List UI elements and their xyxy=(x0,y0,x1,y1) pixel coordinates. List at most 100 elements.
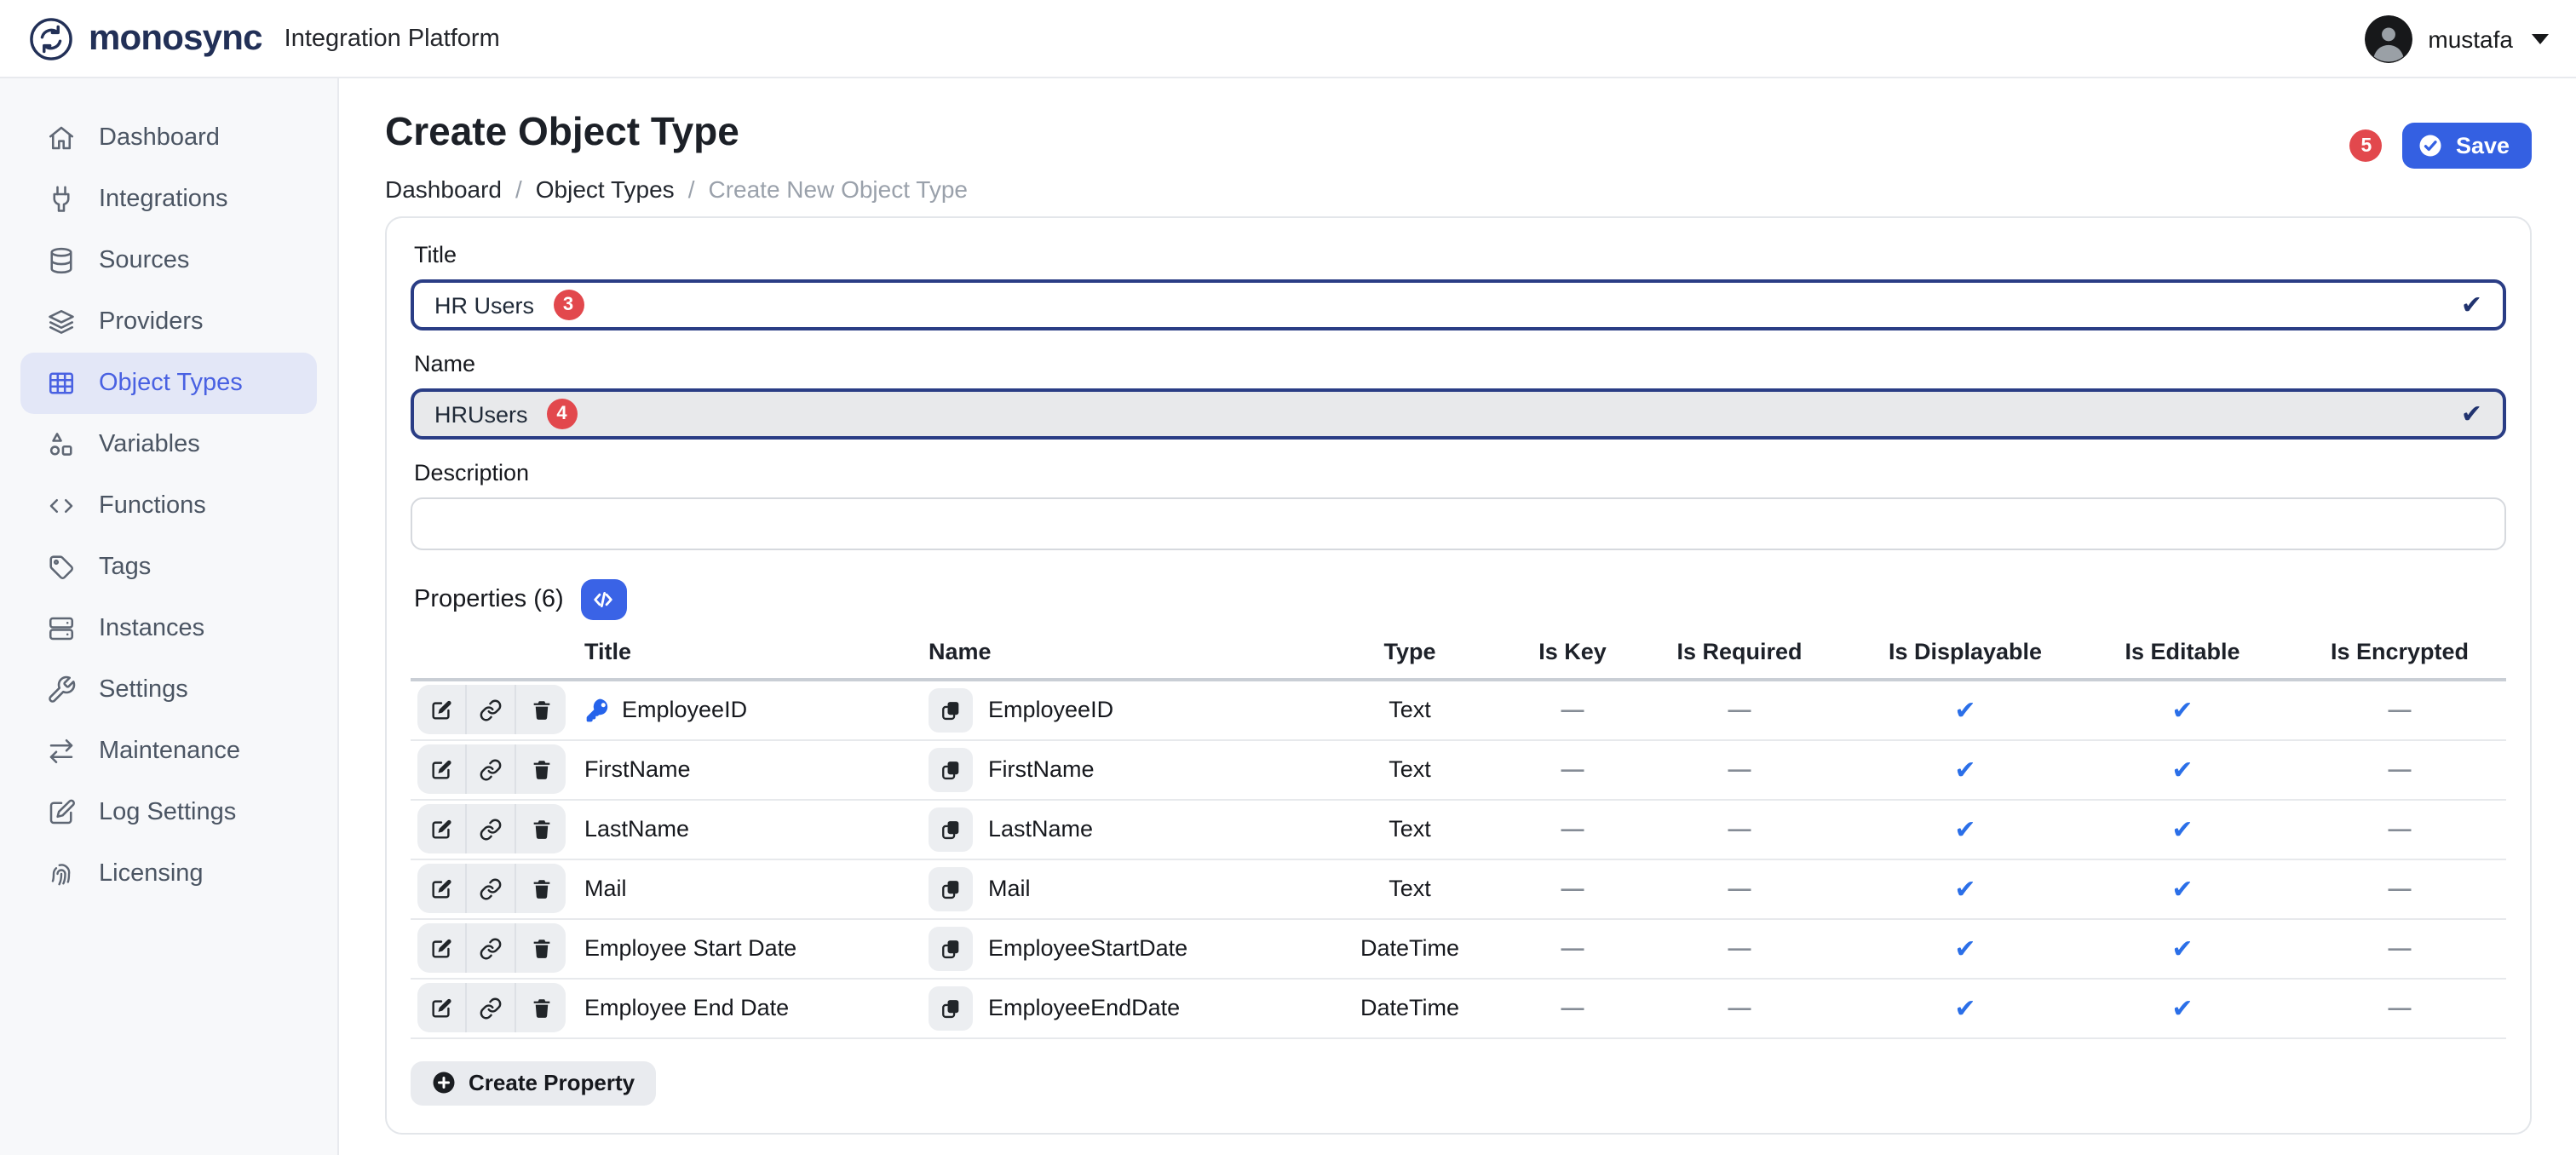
avatar xyxy=(2365,14,2412,62)
sidebar-item-functions[interactable]: Functions xyxy=(20,475,317,537)
breadcrumb-current: Create New Object Type xyxy=(708,175,968,203)
database-icon xyxy=(46,245,77,276)
property-type: DateTime xyxy=(1295,918,1525,978)
sidebar-item-licensing[interactable]: Licensing xyxy=(20,843,317,905)
sidebar-item-settings[interactable]: Settings xyxy=(20,659,317,721)
delete-property-button[interactable] xyxy=(516,923,566,973)
check-icon: ✔ xyxy=(1954,994,1975,1023)
copy-name-button[interactable] xyxy=(929,688,973,733)
column-header-is-key: Is Key xyxy=(1525,630,1620,680)
home-icon xyxy=(46,123,77,153)
check-icon: ✔ xyxy=(2171,994,2193,1023)
edit-property-button[interactable] xyxy=(417,983,467,1032)
link-property-button[interactable] xyxy=(467,983,516,1032)
property-title: Employee Start Date xyxy=(584,935,796,961)
copy-name-button[interactable] xyxy=(929,926,973,970)
sidebar-item-label: Variables xyxy=(99,431,200,458)
check-icon: ✔ xyxy=(1954,756,1975,784)
plus-circle-icon xyxy=(431,1070,457,1095)
link-property-button[interactable] xyxy=(467,686,516,735)
dash-placeholder: — xyxy=(2389,876,2412,901)
check-icon: ✔ xyxy=(2171,756,2193,784)
create-property-button[interactable]: Create Property xyxy=(411,1060,655,1105)
sidebar-item-label: Tags xyxy=(99,554,151,581)
sidebar-item-providers[interactable]: Providers xyxy=(20,291,317,353)
property-name: FirstName xyxy=(988,756,1095,782)
dash-placeholder: — xyxy=(2389,816,2412,842)
user-menu[interactable]: mustafa xyxy=(2365,14,2549,62)
edit-property-button[interactable] xyxy=(417,804,467,853)
column-header-type: Type xyxy=(1295,630,1525,680)
sidebar-item-log-settings[interactable]: Log Settings xyxy=(20,782,317,843)
column-header-is-required: Is Required xyxy=(1620,630,1859,680)
property-name: EmployeeStartDate xyxy=(988,935,1187,961)
column-header-name: Name xyxy=(903,630,1295,680)
link-property-button[interactable] xyxy=(467,923,516,973)
sidebar-item-tags[interactable]: Tags xyxy=(20,537,317,598)
check-icon: ✔ xyxy=(2171,934,2193,963)
sidebar-item-dashboard[interactable]: Dashboard xyxy=(20,107,317,169)
check-icon: ✔ xyxy=(2171,815,2193,844)
sidebar-item-label: Providers xyxy=(99,308,204,336)
copy-name-button[interactable] xyxy=(929,866,973,911)
property-row: LastNameLastNameText——✔✔— xyxy=(411,799,2506,859)
sidebar-item-variables[interactable]: Variables xyxy=(20,414,317,475)
brand-subtitle: Integration Platform xyxy=(285,25,500,52)
brand-home-link[interactable]: monosync Integration Platform xyxy=(27,14,500,62)
edit-property-button[interactable] xyxy=(417,923,467,973)
sidebar-item-maintenance[interactable]: Maintenance xyxy=(20,721,317,782)
sidebar-item-integrations[interactable]: Integrations xyxy=(20,169,317,230)
copy-name-button[interactable] xyxy=(929,747,973,791)
delete-property-button[interactable] xyxy=(516,804,566,853)
breadcrumb-object-types[interactable]: Object Types xyxy=(536,175,675,203)
delete-property-button[interactable] xyxy=(516,864,566,913)
page-title: Create Object Type xyxy=(385,109,968,155)
delete-property-button[interactable] xyxy=(516,744,566,794)
property-row: FirstNameFirstNameText——✔✔— xyxy=(411,739,2506,799)
property-name: LastName xyxy=(988,816,1093,842)
sidebar-item-label: Integrations xyxy=(99,186,228,213)
edit-property-button[interactable] xyxy=(417,744,467,794)
server-icon xyxy=(46,613,77,644)
row-actions-group xyxy=(417,983,566,1032)
sidebar-item-label: Maintenance xyxy=(99,738,240,765)
top-header: monosync Integration Platform mustafa xyxy=(0,0,2576,78)
property-title: FirstName xyxy=(584,756,691,782)
link-property-button[interactable] xyxy=(467,864,516,913)
edit-property-button[interactable] xyxy=(417,864,467,913)
sidebar-item-label: Licensing xyxy=(99,860,204,888)
monosync-logo-icon xyxy=(27,14,75,62)
delete-property-button[interactable] xyxy=(516,983,566,1032)
check-icon: ✔ xyxy=(1954,697,1975,726)
property-title: LastName xyxy=(584,816,689,842)
edit-property-button[interactable] xyxy=(417,686,467,735)
title-label: Title xyxy=(414,242,2503,267)
description-input[interactable] xyxy=(411,497,2506,550)
code-view-button[interactable] xyxy=(581,579,627,620)
fingerprint-icon xyxy=(46,859,77,889)
property-row: EmployeeIDEmployeeIDText——✔✔— xyxy=(411,680,2506,739)
sidebar-item-instances[interactable]: Instances xyxy=(20,598,317,659)
key-icon xyxy=(584,697,612,724)
step-badge-4: 4 xyxy=(547,399,578,429)
dash-placeholder: — xyxy=(1728,698,1751,723)
breadcrumb-dashboard[interactable]: Dashboard xyxy=(385,175,502,203)
name-input[interactable]: HRUsers 4 ✔ xyxy=(411,388,2506,440)
dash-placeholder: — xyxy=(1561,756,1584,782)
link-property-button[interactable] xyxy=(467,804,516,853)
link-property-button[interactable] xyxy=(467,744,516,794)
property-name: EmployeeID xyxy=(988,698,1113,723)
copy-name-button[interactable] xyxy=(929,807,973,851)
column-header-is-editable: Is Editable xyxy=(2072,630,2293,680)
properties-table: TitleNameTypeIs KeyIs RequiredIs Display… xyxy=(411,630,2506,1038)
delete-property-button[interactable] xyxy=(516,686,566,735)
name-label: Name xyxy=(414,351,2503,376)
copy-name-button[interactable] xyxy=(929,985,973,1030)
save-button[interactable]: Save xyxy=(2403,123,2532,169)
sidebar-item-sources[interactable]: Sources xyxy=(20,230,317,291)
sidebar-item-object-types[interactable]: Object Types xyxy=(20,353,317,414)
sidebar: Dashboard Integrations Sources Providers Obj… xyxy=(0,78,339,1155)
dash-placeholder: — xyxy=(1728,756,1751,782)
square-pen-icon xyxy=(46,797,77,828)
title-input[interactable]: HR Users 3 ✔ xyxy=(411,279,2506,330)
